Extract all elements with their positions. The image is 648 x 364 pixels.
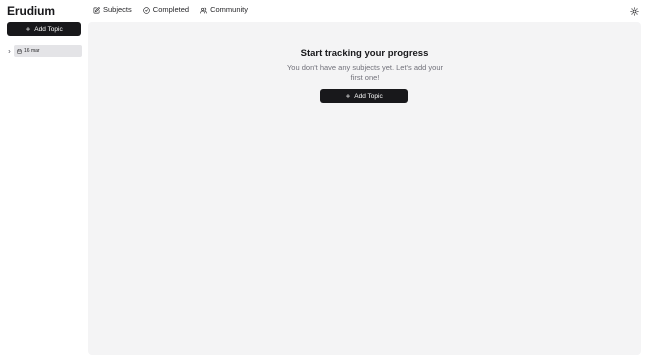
- expand-toggle[interactable]: [6, 47, 13, 55]
- date-folder-item[interactable]: 16 mar: [14, 45, 82, 57]
- calendar-icon: [17, 48, 22, 54]
- nav-item-community[interactable]: Community: [200, 5, 248, 15]
- app-title: Erudium: [7, 4, 55, 18]
- plus-icon: [26, 26, 31, 32]
- plus-icon: [346, 93, 351, 99]
- main-nav: Subjects Completed Community: [93, 5, 259, 15]
- tree-item: 16 mar: [6, 45, 82, 57]
- chevron-right-icon: [8, 49, 11, 53]
- nav-item-subjects[interactable]: Subjects: [93, 5, 132, 15]
- sun-icon: [629, 6, 639, 16]
- users-icon: [200, 7, 207, 13]
- nav-item-label: Subjects: [103, 5, 132, 14]
- date-folder-label: 16 mar: [24, 48, 40, 54]
- add-topic-label: Add Topic: [34, 25, 63, 33]
- top-bar: Erudium Subjects Completed Community: [0, 0, 648, 21]
- sidebar-add-topic-button[interactable]: Add Topic: [7, 22, 81, 36]
- nav-item-completed[interactable]: Completed: [143, 5, 189, 15]
- check-circle-icon: [143, 6, 150, 14]
- edit-square-icon: [93, 6, 100, 13]
- add-topic-label: Add Topic: [354, 92, 383, 100]
- nav-item-label: Community: [210, 5, 248, 14]
- main-add-topic-button[interactable]: Add Topic: [320, 89, 408, 103]
- empty-state-subtitle: You don't have any subjects yet. Let's a…: [286, 63, 444, 82]
- theme-toggle-button[interactable]: [628, 5, 640, 17]
- nav-item-label: Completed: [152, 5, 190, 14]
- empty-state-title: Start tracking your progress: [300, 48, 429, 59]
- main-panel: Start tracking your progress You don't h…: [88, 22, 641, 355]
- sidebar: Add Topic 16 mar: [0, 21, 88, 364]
